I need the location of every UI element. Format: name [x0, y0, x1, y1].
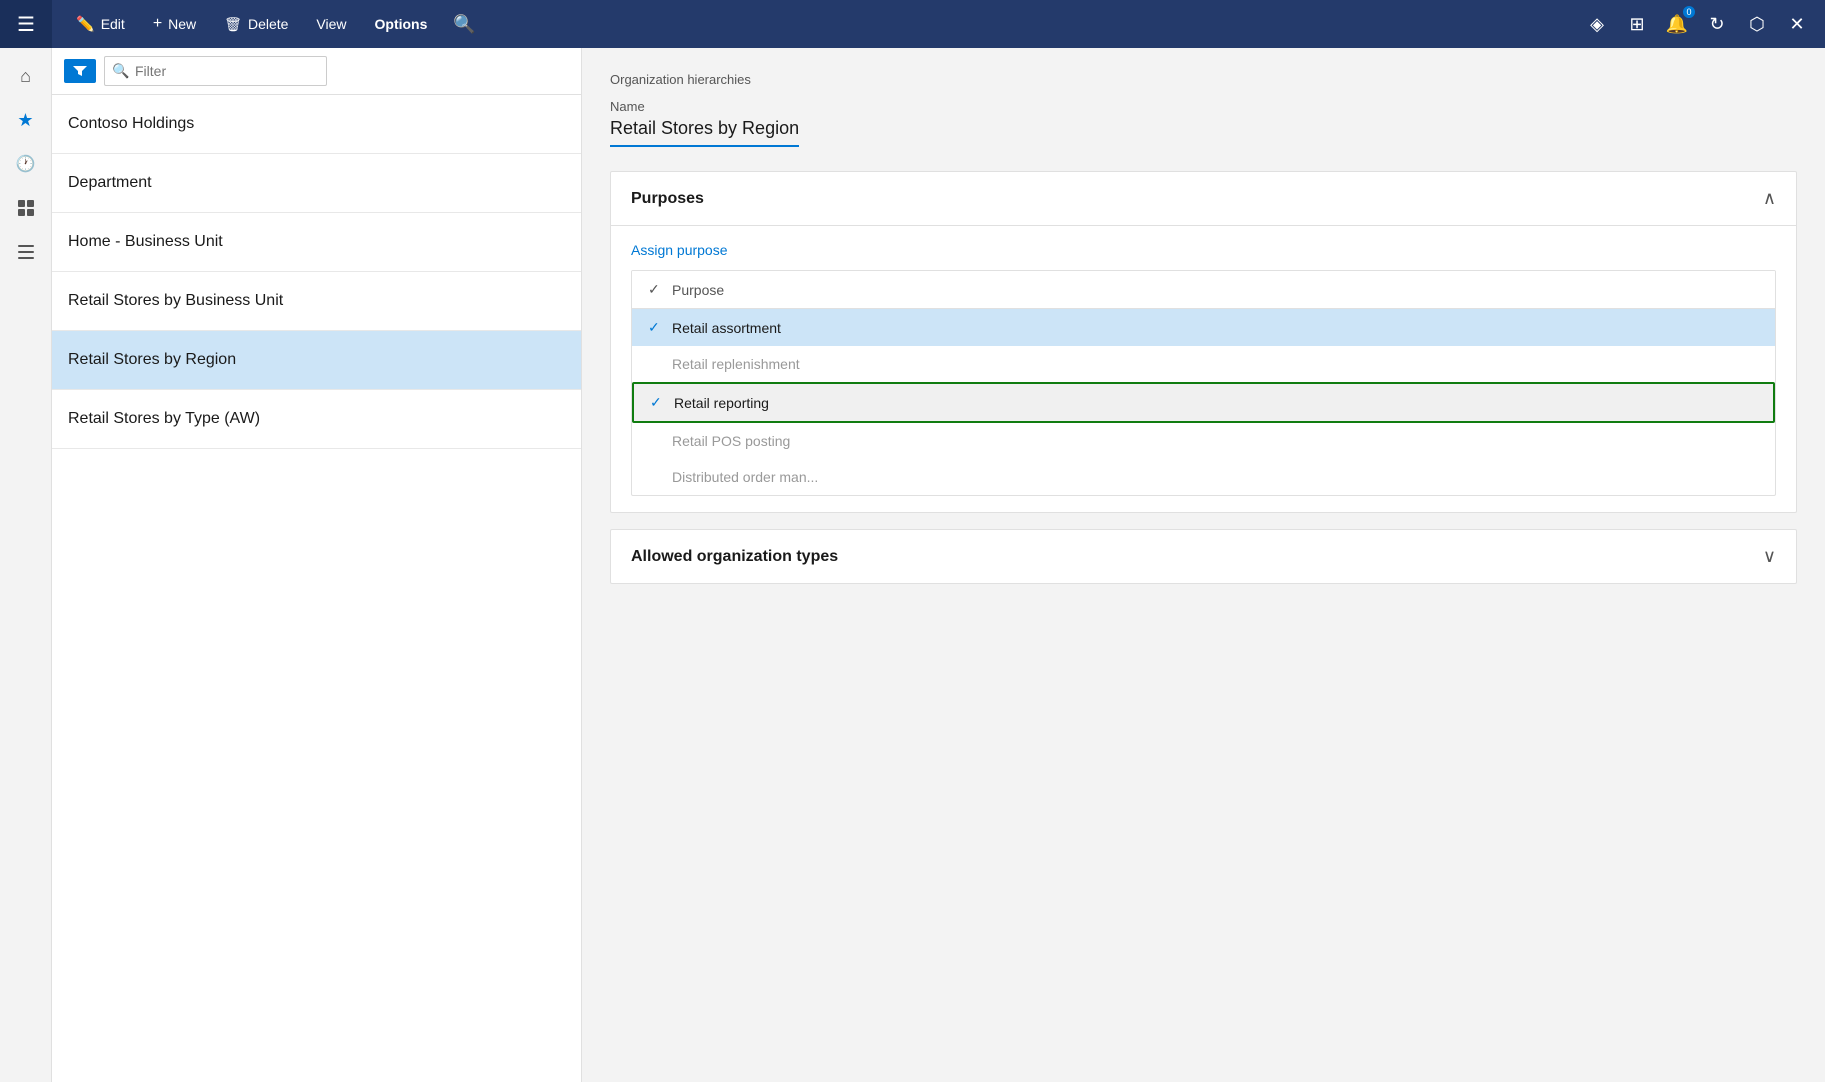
close-icon: ✕	[1789, 14, 1804, 35]
allowed-org-section-header[interactable]: Allowed organization types ∨	[611, 530, 1796, 583]
search-icon: 🔍	[453, 14, 475, 34]
purpose-header-label: Purpose	[672, 282, 724, 298]
hamburger-menu[interactable]: ☰	[0, 0, 52, 48]
popout-button[interactable]: ⬡	[1741, 8, 1773, 40]
filter-input[interactable]	[104, 56, 327, 86]
purposes-section: Purposes ∧ Assign purpose ✓ Purpose ✓Ret…	[610, 171, 1797, 513]
main-layout: ⌂ ★ 🕐	[0, 48, 1825, 1082]
sidebar-item-home[interactable]: ⌂	[6, 56, 46, 96]
filter-active-icon[interactable]	[64, 59, 96, 83]
purpose-header-check: ✓	[648, 281, 672, 298]
toolbar: ✏️ Edit + New 🗑 Delete View Options 🔍	[52, 8, 1581, 41]
sidebar-item-favorites[interactable]: ★	[6, 100, 46, 140]
search-button[interactable]: 🔍	[443, 8, 485, 41]
allowed-org-section: Allowed organization types ∨	[610, 529, 1797, 584]
diamond-icon-button[interactable]: ◈	[1581, 8, 1613, 40]
list-icon	[16, 243, 36, 261]
delete-button[interactable]: 🗑 Delete	[212, 10, 300, 39]
hamburger-icon: ☰	[17, 12, 35, 37]
edit-button[interactable]: ✏️ Edit	[64, 9, 137, 39]
name-field-value[interactable]: Retail Stores by Region	[610, 118, 799, 147]
options-label: Options	[375, 16, 428, 32]
purposes-section-header[interactable]: Purposes ∧	[611, 172, 1796, 226]
purpose-check-icon: ✓	[648, 319, 672, 336]
purpose-label: Retail assortment	[672, 320, 781, 336]
purpose-table-header: ✓ Purpose	[632, 271, 1775, 309]
purpose-label: Retail reporting	[674, 395, 769, 411]
list-items: Contoso HoldingsDepartmentHome - Busines…	[52, 95, 581, 1082]
recent-icon: 🕐	[16, 154, 36, 174]
list-item[interactable]: Contoso Holdings	[52, 95, 581, 154]
new-button[interactable]: + New	[141, 9, 208, 39]
delete-icon: 🗑	[224, 16, 242, 33]
view-label: View	[316, 16, 346, 32]
search-wrapper: 🔍	[104, 56, 569, 86]
name-field-label: Name	[610, 99, 1797, 114]
view-button[interactable]: View	[304, 10, 358, 38]
breadcrumb: Organization hierarchies	[610, 72, 1797, 87]
delete-label: Delete	[248, 16, 288, 32]
home-icon: ⌂	[20, 66, 31, 87]
list-item[interactable]: Retail Stores by Region	[52, 331, 581, 390]
sidebar-item-workspace[interactable]	[6, 188, 46, 228]
search-wrapper-icon: 🔍	[112, 63, 129, 80]
close-button[interactable]: ✕	[1781, 8, 1813, 40]
refresh-icon: ↻	[1709, 14, 1724, 35]
options-button[interactable]: Options	[363, 10, 440, 38]
list-header: 🔍	[52, 48, 581, 95]
purpose-table: ✓ Purpose ✓Retail assortmentRetail reple…	[631, 270, 1776, 496]
allowed-org-chevron-down-icon: ∨	[1763, 546, 1776, 567]
purpose-row[interactable]: ✓Retail reporting	[632, 382, 1775, 423]
purpose-row[interactable]: Distributed order man...	[632, 459, 1775, 495]
new-plus-icon: +	[153, 15, 162, 33]
detail-panel: Organization hierarchies Name Retail Sto…	[582, 48, 1825, 1082]
purpose-label: Retail replenishment	[672, 356, 800, 372]
windows-icon: ⊞	[1629, 14, 1644, 35]
edit-label: Edit	[101, 16, 125, 32]
workspace-icon	[16, 198, 36, 218]
top-right-icons: ◈ ⊞ 🔔 0 ↻ ⬡ ✕	[1581, 8, 1825, 40]
windows-icon-button[interactable]: ⊞	[1621, 8, 1653, 40]
purpose-row[interactable]: Retail replenishment	[632, 346, 1775, 382]
purposes-section-title: Purposes	[631, 190, 704, 208]
purpose-rows: ✓Retail assortmentRetail replenishment✓R…	[632, 309, 1775, 495]
allowed-org-section-title: Allowed organization types	[631, 548, 838, 566]
purpose-check-icon: ✓	[650, 394, 674, 411]
sidebar-icons: ⌂ ★ 🕐	[0, 48, 52, 1082]
sidebar-item-recent[interactable]: 🕐	[6, 144, 46, 184]
list-item[interactable]: Retail Stores by Type (AW)	[52, 390, 581, 449]
app-bar: ☰ ✏️ Edit + New 🗑 Delete View Options 🔍 …	[0, 0, 1825, 48]
list-item[interactable]: Department	[52, 154, 581, 213]
edit-icon: ✏️	[76, 15, 95, 33]
popout-icon: ⬡	[1749, 14, 1765, 35]
purposes-chevron-up-icon: ∧	[1763, 188, 1776, 209]
notification-count: 0	[1681, 4, 1697, 20]
new-label: New	[168, 16, 196, 32]
assign-purpose-link[interactable]: Assign purpose	[631, 242, 728, 258]
purposes-section-body: Assign purpose ✓ Purpose ✓Retail assortm…	[611, 226, 1796, 512]
diamond-icon: ◈	[1590, 14, 1604, 35]
sidebar-item-list[interactable]	[6, 232, 46, 272]
list-panel: 🔍 Contoso HoldingsDepartmentHome - Busin…	[52, 48, 582, 1082]
favorites-icon: ★	[17, 110, 33, 131]
notification-button[interactable]: 🔔 0	[1661, 8, 1693, 40]
list-item[interactable]: Retail Stores by Business Unit	[52, 272, 581, 331]
refresh-button[interactable]: ↻	[1701, 8, 1733, 40]
purpose-row[interactable]: Retail POS posting	[632, 423, 1775, 459]
purpose-row[interactable]: ✓Retail assortment	[632, 309, 1775, 346]
list-item[interactable]: Home - Business Unit	[52, 213, 581, 272]
purpose-label: Retail POS posting	[672, 433, 790, 449]
purpose-label: Distributed order man...	[672, 469, 818, 485]
